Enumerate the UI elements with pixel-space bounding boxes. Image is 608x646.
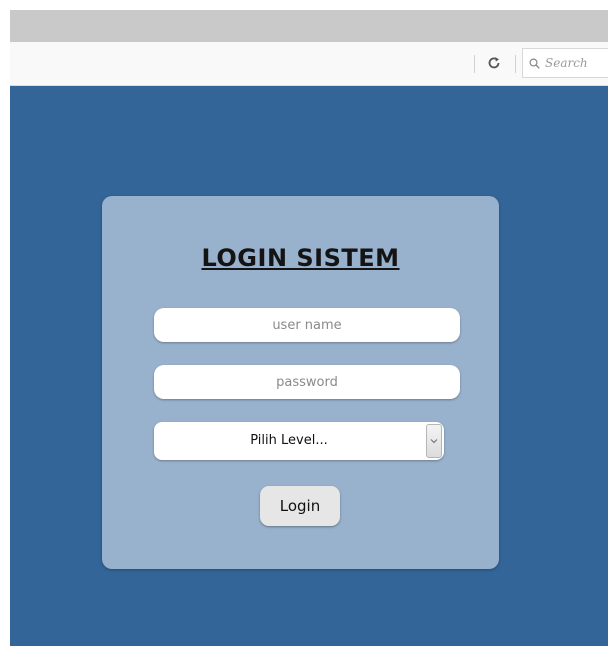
reload-button[interactable] [478,51,510,77]
reload-icon [487,55,501,74]
navigation-toolbar: Search [10,42,608,86]
login-button[interactable]: Login [260,486,340,526]
password-field[interactable] [154,365,460,399]
search-input[interactable]: Search [522,48,608,78]
tab-strip [10,10,608,42]
level-select[interactable]: Pilih Level... [154,422,444,460]
page-content: LOGIN SISTEM Pilih Level... Login [10,86,608,646]
search-icon [529,54,540,73]
toolbar-divider [474,55,475,73]
browser-window: Search LOGIN SISTEM Pilih Level... Login [0,0,608,646]
username-field[interactable] [154,308,460,342]
login-card: LOGIN SISTEM Pilih Level... Login [102,196,499,569]
login-title: LOGIN SISTEM [201,244,400,272]
search-placeholder: Search [545,56,588,70]
toolbar-divider [515,55,516,73]
level-select-value: Pilih Level... [250,433,328,448]
chevron-down-icon[interactable] [426,424,442,458]
